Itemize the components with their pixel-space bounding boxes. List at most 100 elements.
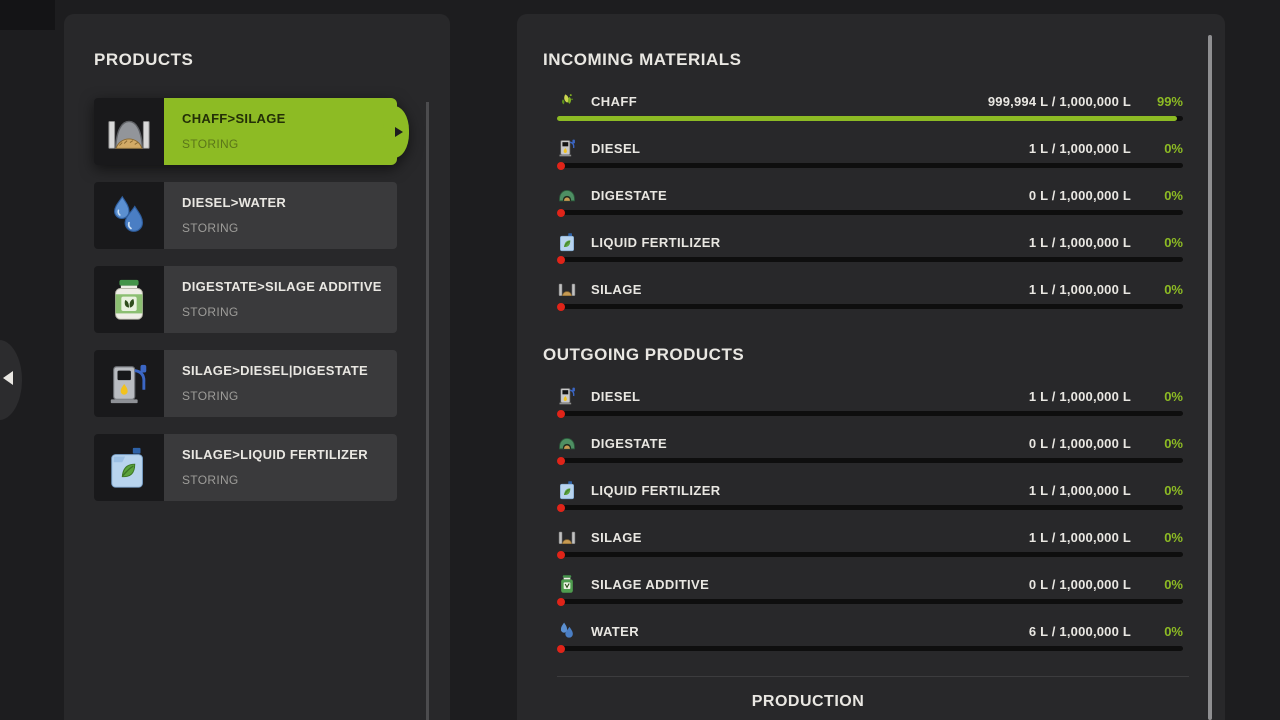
product-item-body: SILAGE>LIQUID FERTILIZER STORING (164, 434, 397, 501)
material-row-line: DIESEL 1 L / 1,000,000 L 0% (557, 383, 1183, 409)
fill-bar (557, 116, 1183, 121)
material-amount: 0 L / 1,000,000 L (1028, 576, 1131, 592)
fertilizer-canister-icon (94, 434, 164, 501)
empty-dot (557, 302, 565, 311)
corner-overlay (0, 0, 55, 30)
liquid-fertilizer-icon (557, 232, 577, 252)
product-name: DIESEL>WATER (182, 195, 287, 210)
fill-bar (557, 503, 1183, 512)
digestate-icon (557, 185, 577, 205)
fill-bar (557, 161, 1183, 170)
fill-bar (557, 302, 1183, 311)
material-label: LIQUID FERTILIZER (591, 482, 721, 498)
bunker-silo-icon (94, 98, 164, 165)
material-amount: 1 L / 1,000,000 L (1028, 234, 1131, 250)
material-row-line: SILAGE ADDITIVE 0 L / 1,000,000 L 0% (557, 571, 1183, 597)
incoming-row-liquid-fertilizer: LIQUID FERTILIZER 1 L / 1,000,000 L 0% (557, 229, 1183, 276)
outgoing-row-diesel: DIESEL 1 L / 1,000,000 L 0% (557, 383, 1183, 430)
material-percent: 0% (1164, 281, 1183, 297)
material-amount: 1 L / 1,000,000 L (1028, 388, 1131, 404)
fill-bar (557, 409, 1183, 418)
material-label: DIESEL (591, 140, 641, 156)
material-label: CHAFF (591, 93, 638, 109)
product-item-3[interactable]: SILAGE>DIESEL|DIGESTATE STORING (94, 350, 397, 417)
product-status: STORING (182, 137, 239, 151)
empty-dot (557, 456, 565, 465)
product-status: STORING (182, 305, 239, 319)
empty-dot (557, 550, 565, 559)
incoming-row-chaff: CHAFF 999,994 L / 1,000,000 L 99% (557, 88, 1183, 135)
product-name: SILAGE>DIESEL|DIGESTATE (182, 363, 368, 378)
outgoing-row-water: WATER 6 L / 1,000,000 L 0% (557, 618, 1183, 665)
silage-additive-icon (557, 574, 577, 594)
material-amount: 0 L / 1,000,000 L (1028, 187, 1131, 203)
water-icon (557, 621, 577, 641)
material-amount: 6 L / 1,000,000 L (1028, 623, 1131, 639)
chaff-icon (557, 91, 577, 111)
material-row-line: WATER 6 L / 1,000,000 L 0% (557, 618, 1183, 644)
fill-bar (557, 208, 1183, 217)
material-row-line: LIQUID FERTILIZER 1 L / 1,000,000 L 0% (557, 229, 1183, 255)
products-scrollbar[interactable] (426, 102, 429, 720)
incoming-row-digestate: DIGESTATE 0 L / 1,000,000 L 0% (557, 182, 1183, 229)
material-label: DIESEL (591, 388, 641, 404)
products-title: PRODUCTS (94, 50, 194, 69)
material-row-line: LIQUID FERTILIZER 1 L / 1,000,000 L 0% (557, 477, 1183, 503)
empty-dot (557, 409, 565, 418)
silage-icon (557, 279, 577, 299)
outgoing-row-digestate: DIGESTATE 0 L / 1,000,000 L 0% (557, 430, 1183, 477)
empty-dot (557, 597, 565, 606)
product-item-4[interactable]: SILAGE>LIQUID FERTILIZER STORING (94, 434, 397, 501)
fill-bar (557, 550, 1183, 559)
chevron-left-icon[interactable] (3, 371, 13, 385)
details-content: INCOMING MATERIALS CHAFF 999,994 L / 1,00… (517, 14, 1225, 711)
outgoing-row-silage-additive: SILAGE ADDITIVE 0 L / 1,000,000 L 0% (557, 571, 1183, 618)
incoming-row-diesel: DIESEL 1 L / 1,000,000 L 0% (557, 135, 1183, 182)
fill-bar (557, 255, 1183, 264)
additive-jar-icon (94, 266, 164, 333)
fill-bar (557, 597, 1183, 606)
material-amount: 1 L / 1,000,000 L (1028, 529, 1131, 545)
material-label: DIGESTATE (591, 187, 668, 203)
production-menu-screen: PRODUCTS CHAFF>SILAGE STORING DIESEL>WATE… (0, 0, 1280, 720)
material-percent: 0% (1164, 623, 1183, 639)
material-label: WATER (591, 623, 639, 639)
product-status: STORING (182, 473, 239, 487)
material-percent: 0% (1164, 187, 1183, 203)
product-name: CHAFF>SILAGE (182, 111, 286, 126)
material-percent: 0% (1164, 576, 1183, 592)
material-label: SILAGE ADDITIVE (591, 576, 710, 592)
material-percent: 0% (1164, 529, 1183, 545)
material-label: SILAGE (591, 281, 642, 297)
incoming-row-silage: SILAGE 1 L / 1,000,000 L 0% (557, 276, 1183, 323)
product-list: CHAFF>SILAGE STORING DIESEL>WATER STORING … (94, 98, 409, 501)
product-name: DIGESTATE>SILAGE ADDITIVE (182, 279, 382, 294)
empty-dot (557, 161, 565, 170)
product-item-2[interactable]: DIGESTATE>SILAGE ADDITIVE STORING (94, 266, 397, 333)
material-row-line: SILAGE 1 L / 1,000,000 L 0% (557, 524, 1183, 550)
product-item-body: DIGESTATE>SILAGE ADDITIVE STORING (164, 266, 397, 333)
incoming-materials-title: INCOMING MATERIALS (543, 50, 742, 69)
material-row-line: DIGESTATE 0 L / 1,000,000 L 0% (557, 430, 1183, 456)
details-scrollbar[interactable] (1208, 35, 1212, 720)
material-label: LIQUID FERTILIZER (591, 234, 721, 250)
material-percent: 0% (1164, 234, 1183, 250)
outgoing-products-title: OUTGOING PRODUCTS (543, 345, 745, 364)
digestate-icon (557, 433, 577, 453)
outgoing-row-silage: SILAGE 1 L / 1,000,000 L 0% (557, 524, 1183, 571)
empty-dot (557, 208, 565, 217)
material-row-line: DIGESTATE 0 L / 1,000,000 L 0% (557, 182, 1183, 208)
product-status: STORING (182, 221, 239, 235)
material-row-line: CHAFF 999,994 L / 1,000,000 L 99% (557, 88, 1183, 114)
material-amount: 1 L / 1,000,000 L (1028, 482, 1131, 498)
product-item-0[interactable]: CHAFF>SILAGE STORING (94, 98, 409, 165)
material-row-line: SILAGE 1 L / 1,000,000 L 0% (557, 276, 1183, 302)
fill-bar (557, 456, 1183, 465)
product-item-body: CHAFF>SILAGE STORING (164, 98, 397, 165)
chevron-right-icon (395, 126, 403, 137)
material-label: SILAGE (591, 529, 642, 545)
material-percent: 0% (1164, 388, 1183, 404)
product-item-1[interactable]: DIESEL>WATER STORING (94, 182, 397, 249)
liquid-fertilizer-icon (557, 480, 577, 500)
product-status: STORING (182, 389, 239, 403)
